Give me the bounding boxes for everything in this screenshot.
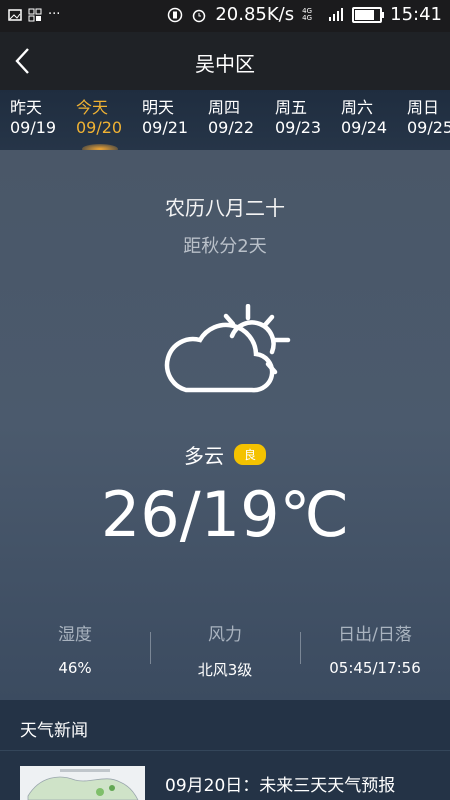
clock: 15:41 xyxy=(390,4,442,25)
solar-term-countdown: 距秋分2天 xyxy=(183,236,267,257)
stat-value: 05:45/17:56 xyxy=(329,659,421,677)
stat-label: 风力 xyxy=(208,625,242,645)
news-divider xyxy=(0,750,450,751)
date-tab[interactable]: 昨天 09/19 xyxy=(10,94,70,142)
date-tab[interactable]: 今天 09/20 xyxy=(76,94,136,142)
status-right: 20.85K/s 4G 4G 15:41 xyxy=(167,4,442,25)
more-notifications-icon: ··· xyxy=(48,7,61,22)
date-tab-date: 09/25 xyxy=(407,118,450,137)
date-tab-weekday: 昨天 xyxy=(10,98,43,117)
date-tab[interactable]: 周四 09/22 xyxy=(208,94,268,142)
image-notification-icon xyxy=(8,8,22,21)
network-type-label: 4G 4G xyxy=(302,6,313,22)
date-tab[interactable]: 周日 09/25 xyxy=(407,94,450,142)
date-tab[interactable]: 周五 09/23 xyxy=(275,94,335,142)
date-strip: 昨天 09/19 今天 09/20 明天 09/21 周四 09/22 周五 09/23 周六 09/… xyxy=(0,90,450,150)
condition-row: 多云 良 xyxy=(0,440,450,469)
stat-sunrise-sunset: 日出/日落 05:45/17:56 xyxy=(300,620,450,677)
weather-stats: 湿度 46% 风力 北风3级 日出/日落 05:45/17:56 xyxy=(0,620,450,680)
date-tab-weekday: 周日 xyxy=(407,98,440,117)
date-tab-date: 09/19 xyxy=(10,118,57,137)
news-header: 天气新闻 xyxy=(20,721,88,741)
header: 吴中区 xyxy=(0,32,450,90)
weather-news-section: 天气新闻 09月20日：未来三天天气预报 xyxy=(0,700,450,800)
signal-icon xyxy=(329,7,344,21)
date-tab-date: 09/22 xyxy=(208,118,255,137)
partly-cloudy-icon xyxy=(164,304,291,393)
date-tab-date: 09/23 xyxy=(275,118,322,137)
date-tab[interactable]: 明天 09/21 xyxy=(142,94,202,142)
stat-value: 46% xyxy=(58,659,92,677)
network-speed: 20.85K/s xyxy=(215,4,295,25)
date-tab-date: 09/21 xyxy=(142,118,189,137)
stat-wind: 风力 北风3级 xyxy=(150,620,300,680)
map-thumbnail-icon xyxy=(20,766,145,800)
stat-label: 湿度 xyxy=(58,625,92,645)
date-tab-weekday: 周六 xyxy=(341,98,374,117)
stat-humidity: 湿度 46% xyxy=(0,620,150,677)
weather-main: 农历八月二十 距秋分2天 多云 良 26/19℃ 湿度 46% 风力 北风3级 … xyxy=(0,150,450,700)
stat-value: 北风3级 xyxy=(197,661,253,679)
date-tab[interactable]: 周六 09/24 xyxy=(341,94,401,142)
temperature-range: 26/19℃ xyxy=(100,478,350,551)
date-tab-date: 09/20 xyxy=(76,118,123,137)
date-tab-weekday: 明天 xyxy=(142,98,175,117)
status-bar: ··· 20.85K/s 4G 4G 15:41 xyxy=(0,0,450,32)
date-tab-weekday: 周四 xyxy=(208,98,241,117)
news-thumbnail[interactable] xyxy=(20,766,145,800)
alarm-icon xyxy=(193,9,206,22)
date-tab-date: 09/24 xyxy=(341,118,388,137)
date-tab-weekday: 周五 xyxy=(275,98,308,117)
apps-notification-icon xyxy=(28,8,42,21)
lunar-date: 农历八月二十 xyxy=(165,196,285,220)
status-left: ··· xyxy=(8,7,60,22)
weather-condition: 多云 xyxy=(183,444,224,468)
vibrate-icon xyxy=(168,7,183,22)
battery-icon xyxy=(352,6,385,23)
stat-label: 日出/日落 xyxy=(338,625,412,645)
page-title: 吴中区 xyxy=(195,52,255,76)
news-item-title[interactable]: 09月20日：未来三天天气预报 xyxy=(165,771,395,796)
aqi-badge[interactable]: 良 xyxy=(233,444,266,465)
date-tab-weekday: 今天 xyxy=(76,98,109,117)
